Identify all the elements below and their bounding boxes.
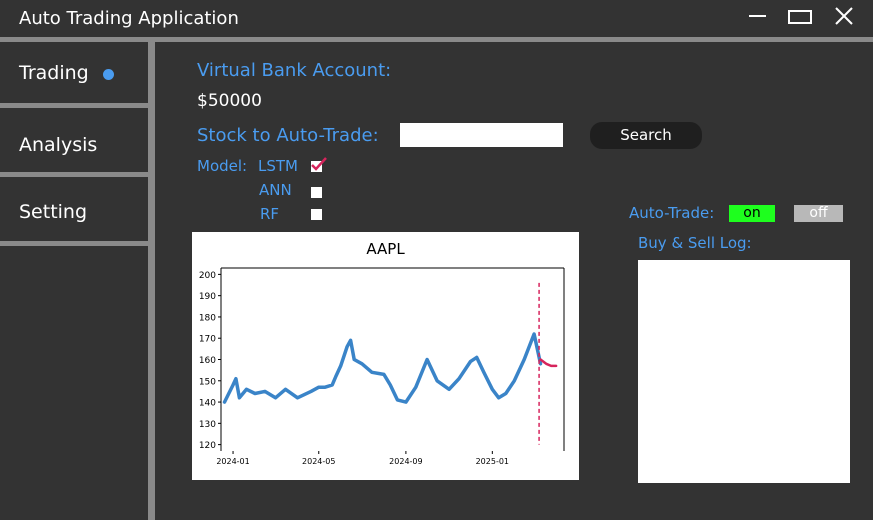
- account-label: Virtual Bank Account:: [197, 60, 392, 81]
- predicted-price-line: [539, 358, 558, 368]
- y-tick-label: 160: [199, 356, 216, 366]
- stock-label: Stock to Auto-Trade:: [197, 125, 379, 146]
- autotrade-on-button[interactable]: on: [729, 205, 775, 222]
- model-option-ann: ANN: [259, 181, 292, 199]
- autotrade-off-button[interactable]: off: [794, 205, 843, 222]
- y-tick-label: 140: [199, 399, 216, 409]
- maximize-icon[interactable]: [786, 4, 816, 30]
- ann-checkbox[interactable]: [311, 187, 322, 198]
- x-tick-label: 2025-01: [476, 457, 509, 466]
- y-tick-label: 200: [199, 271, 216, 281]
- account-balance: $50000: [197, 91, 262, 111]
- autotrade-label: Auto-Trade:: [629, 204, 715, 222]
- sidebar: Trading Analysis Setting: [0, 42, 148, 520]
- minimize-icon[interactable]: [743, 4, 773, 30]
- active-indicator: [103, 69, 114, 80]
- model-option-lstm: LSTM: [258, 157, 298, 175]
- x-tick-label: 2024-09: [389, 457, 422, 466]
- price-chart: 120 130 140 150 160 170 180 190 200 2024-01 2024-0…: [192, 232, 579, 480]
- y-tick-label: 130: [199, 420, 216, 430]
- stock-input[interactable]: [400, 123, 563, 147]
- close-icon[interactable]: [829, 4, 859, 30]
- chart-title: AAPL: [366, 240, 405, 258]
- title-bar: Auto Trading Application: [0, 0, 873, 37]
- y-tick-label: 180: [199, 313, 216, 323]
- sidebar-item-trading[interactable]: Trading: [0, 42, 148, 106]
- log-label: Buy & Sell Log:: [638, 234, 752, 252]
- sidebar-item-label: Trading: [19, 62, 89, 84]
- sidebar-divider: [0, 241, 148, 246]
- chart-svg: 120 130 140 150 160 170 180 190 200 2024-01 2024-0…: [199, 267, 565, 466]
- y-tick-label: 120: [199, 441, 216, 451]
- sidebar-divider-vertical: [148, 42, 155, 520]
- actual-price-line: [222, 332, 543, 404]
- window-title: Auto Trading Application: [19, 8, 239, 29]
- x-tick-label: 2024-05: [302, 457, 335, 466]
- lstm-checkbox[interactable]: [311, 157, 327, 172]
- model-option-rf: RF: [260, 205, 280, 223]
- y-tick-label: 170: [199, 335, 216, 345]
- x-tick-label: 2024-01: [216, 457, 249, 466]
- buy-sell-log: [638, 260, 850, 483]
- checkmark-icon: [311, 157, 327, 171]
- sidebar-item-setting[interactable]: Setting: [0, 177, 148, 241]
- model-label: Model:: [197, 157, 248, 175]
- rf-checkbox[interactable]: [311, 209, 322, 220]
- sidebar-item-label: Analysis: [19, 134, 98, 156]
- sidebar-item-label: Setting: [19, 201, 88, 223]
- y-tick-label: 150: [199, 377, 216, 387]
- sidebar-item-analysis[interactable]: Analysis: [0, 108, 148, 172]
- y-tick-label: 190: [199, 292, 216, 302]
- search-button[interactable]: Search: [590, 122, 702, 149]
